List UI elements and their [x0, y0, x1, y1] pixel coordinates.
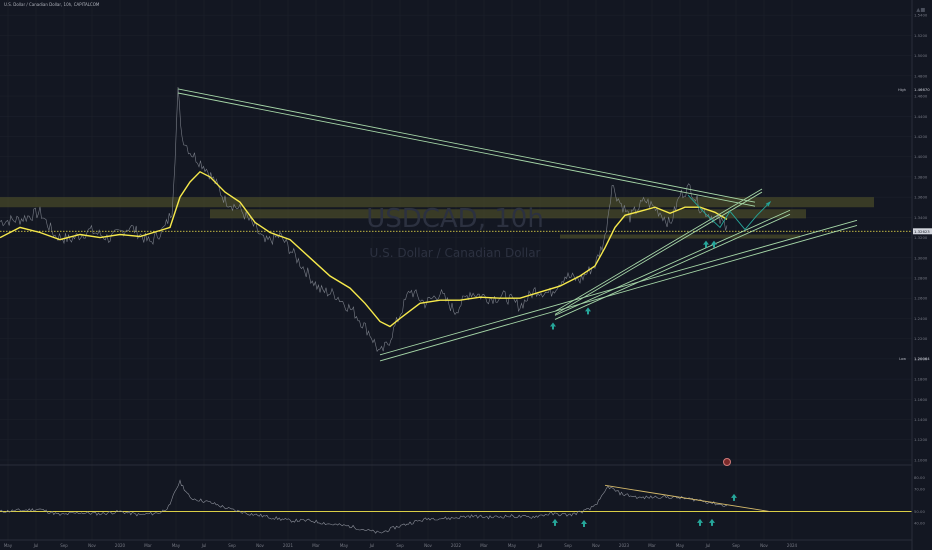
- price-tick-label: 1.5000: [914, 53, 928, 58]
- time-tick-label: Jul: [33, 543, 39, 548]
- time-tick-label: 2024: [787, 543, 798, 548]
- time-tick-label: Sep: [564, 543, 572, 548]
- marker-label: Low: [899, 357, 906, 361]
- price-tick-label: 1.3400: [914, 215, 928, 220]
- marker-value: 1.20064: [914, 356, 930, 361]
- current-price-value: 1.32623: [914, 229, 930, 234]
- time-tick-label: Sep: [228, 543, 236, 548]
- time-tick-label: Jul: [705, 543, 711, 548]
- price-tick-label: 1.4400: [914, 114, 928, 119]
- price-tick-label: 1.4800: [914, 73, 928, 78]
- time-tick-label: Jul: [537, 543, 543, 548]
- time-tick-label: Nov: [424, 543, 432, 548]
- time-tick-label: Mar: [480, 543, 488, 548]
- time-tick-label: Sep: [732, 543, 740, 548]
- price-tick-label: 1.5200: [914, 33, 928, 38]
- price-tick-label: 1.2600: [914, 296, 928, 301]
- time-tick-label: Jul: [201, 543, 207, 548]
- time-tick-label: May: [172, 543, 181, 548]
- rsi-tick-label: 80.00: [914, 475, 925, 480]
- time-tick-label: 2020: [115, 543, 126, 548]
- time-tick-label: May: [4, 543, 13, 548]
- price-tick-label: 1.4600: [914, 94, 928, 99]
- price-tick-label: 1.1600: [914, 397, 928, 402]
- marker-label: High: [898, 88, 906, 92]
- time-tick-label: Nov: [88, 543, 96, 548]
- time-tick-label: Sep: [60, 543, 68, 548]
- time-tick-label: Mar: [312, 543, 320, 548]
- price-tick-label: 1.2200: [914, 336, 928, 341]
- price-tick-label: 1.1400: [914, 417, 928, 422]
- price-tick-label: 1.1800: [914, 377, 928, 382]
- price-tick-label: 1.2400: [914, 316, 928, 321]
- time-tick-label: 2021: [283, 543, 294, 548]
- price-tick-label: 1.1200: [914, 437, 928, 442]
- time-tick-label: 2023: [619, 543, 630, 548]
- time-tick-label: May: [508, 543, 517, 548]
- watermark-name: U.S. Dollar / Canadian Dollar: [369, 246, 541, 260]
- price-tick-label: 1.3800: [914, 174, 928, 179]
- time-tick-label: Sep: [396, 543, 404, 548]
- price-tick-label: 1.3600: [914, 195, 928, 200]
- time-tick-label: Nov: [760, 543, 768, 548]
- time-scale[interactable]: May Jul Sep Nov 2020 Mar May Jul Sep Nov 2021 Mar Ma…: [4, 543, 798, 548]
- symbol-header[interactable]: U.S. Dollar / Canadian Dollar, 10h, CAPI…: [4, 2, 99, 7]
- time-tick-label: 2022: [451, 543, 462, 548]
- price-tick-label: 1.4000: [914, 154, 928, 159]
- rsi-tick-label: 70.00: [914, 486, 925, 491]
- price-tick-label: 1.4200: [914, 134, 928, 139]
- rsi-tick-label: 50.00: [914, 509, 925, 514]
- price-tick-label: 1.3000: [914, 255, 928, 260]
- price-tick-label: 1.1000: [914, 457, 928, 462]
- price-tick-label: 1.3200: [914, 235, 928, 240]
- watermark-ticker: USDCAD, 10h: [366, 204, 544, 234]
- time-tick-label: May: [340, 543, 349, 548]
- time-tick-label: May: [676, 543, 685, 548]
- time-tick-label: Mar: [144, 543, 152, 548]
- tradingview-logo-icon[interactable]: ▴▪: [912, 2, 930, 18]
- marker-value: 1.46670: [914, 87, 930, 92]
- rsi-tick-label: 40.00: [914, 520, 925, 525]
- time-tick-label: Jul: [369, 543, 375, 548]
- price-tick-label: 1.2800: [914, 275, 928, 280]
- time-tick-label: Nov: [256, 543, 264, 548]
- alert-icon[interactable]: [723, 458, 731, 466]
- time-tick-label: Mar: [648, 543, 656, 548]
- time-tick-label: Nov: [592, 543, 600, 548]
- price-chart[interactable]: 1.54001.52001.50001.48001.46001.44001.42…: [0, 0, 932, 550]
